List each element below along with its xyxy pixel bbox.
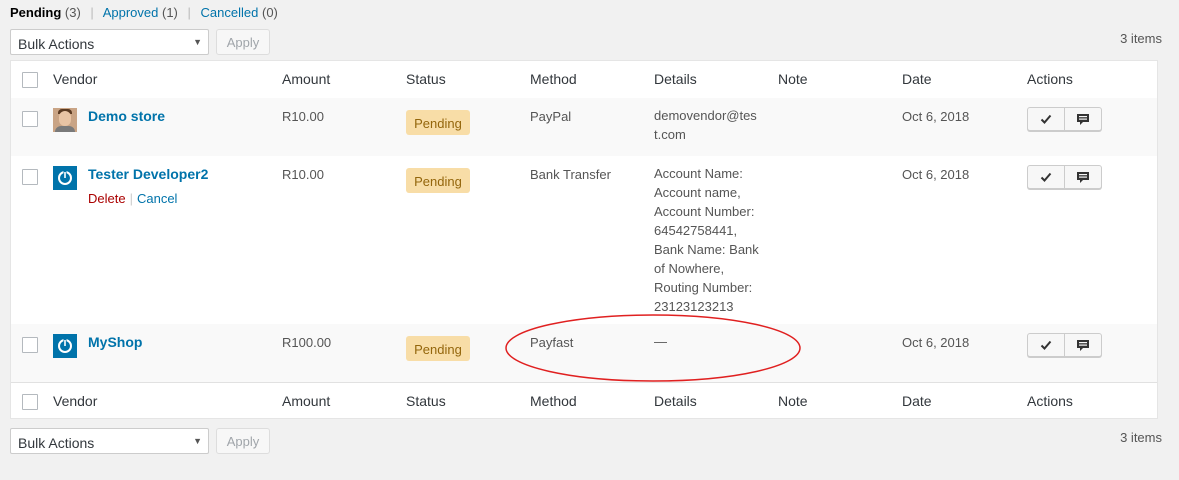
- status-badge: Pending: [406, 336, 470, 361]
- column-footer-note: Note: [778, 393, 808, 409]
- column-footer-status[interactable]: Status: [406, 393, 446, 409]
- status-filter-links: Pending (3) | Approved (1) | Cancelled (…: [10, 5, 278, 20]
- column-header-status[interactable]: Status: [406, 71, 446, 87]
- filter-cancelled-count: (0): [261, 5, 278, 20]
- vendor-avatar: [53, 166, 77, 190]
- column-footer-method[interactable]: Method: [530, 393, 577, 409]
- date-cell: Oct 6, 2018: [902, 109, 970, 124]
- filter-approved-count: (1): [162, 5, 178, 20]
- column-footer-actions: Actions: [1027, 393, 1073, 409]
- checkmark-icon: [1040, 340, 1052, 350]
- amount-cell: R100.00: [282, 335, 332, 350]
- status-badge: Pending: [406, 168, 470, 193]
- column-header-vendor[interactable]: Vendor: [53, 71, 97, 87]
- row-actions-group: [1027, 107, 1103, 131]
- date-cell: Oct 6, 2018: [902, 167, 970, 182]
- bulk-actions-select[interactable]: Bulk Actions ▼: [10, 428, 209, 454]
- action-separator: |: [129, 191, 133, 206]
- comment-icon: [1077, 340, 1089, 351]
- details-cell: demovendor@test.com: [654, 108, 757, 142]
- items-count: 3 items: [1120, 430, 1162, 445]
- select-all-checkbox[interactable]: [22, 72, 38, 88]
- status-badge: Pending: [406, 110, 470, 135]
- dropdown-caret-icon: ▼: [193, 436, 202, 446]
- tablenav-top: Bulk Actions ▼ Apply 3 items: [10, 29, 1162, 57]
- add-note-button[interactable]: [1064, 107, 1102, 131]
- comment-icon: [1077, 114, 1089, 125]
- filter-separator: |: [187, 5, 191, 20]
- apply-button[interactable]: Apply: [216, 29, 270, 55]
- approve-button[interactable]: [1027, 333, 1065, 357]
- bulk-actions-label: Bulk Actions: [18, 435, 95, 451]
- power-logo-icon: [58, 171, 72, 185]
- column-footer-details: Details: [654, 393, 697, 409]
- column-header-method[interactable]: Method: [530, 71, 577, 87]
- tablenav-bottom: Bulk Actions ▼ Apply 3 items: [10, 428, 1162, 456]
- cancel-link[interactable]: Cancel: [137, 191, 177, 206]
- row-actions-group: [1027, 165, 1103, 189]
- table-footer-row: Vendor Amount Status Method Details Note…: [11, 382, 1157, 420]
- row-actions-group: [1027, 333, 1103, 357]
- approve-button[interactable]: [1027, 107, 1065, 131]
- vendor-avatar: [53, 108, 77, 132]
- row-actions-links: Delete | Cancel: [88, 191, 177, 206]
- vendor-name-link[interactable]: Demo store: [88, 108, 165, 124]
- filter-separator: |: [90, 5, 94, 20]
- bulk-actions-select[interactable]: Bulk Actions ▼: [10, 29, 209, 55]
- checkmark-icon: [1040, 114, 1052, 124]
- annotation-ellipse: [505, 314, 801, 382]
- select-all-checkbox[interactable]: [22, 394, 38, 410]
- date-cell: Oct 6, 2018: [902, 335, 970, 350]
- column-header-details: Details: [654, 71, 697, 87]
- row-checkbox[interactable]: [22, 337, 38, 353]
- apply-button[interactable]: Apply: [216, 428, 270, 454]
- column-header-note: Note: [778, 71, 808, 87]
- filter-pending[interactable]: Pending: [10, 5, 61, 20]
- column-header-date[interactable]: Date: [902, 71, 932, 87]
- column-footer-date[interactable]: Date: [902, 393, 932, 409]
- column-footer-vendor[interactable]: Vendor: [53, 393, 97, 409]
- filter-approved[interactable]: Approved: [103, 5, 159, 20]
- checkmark-icon: [1040, 172, 1052, 182]
- add-note-button[interactable]: [1064, 333, 1102, 357]
- bulk-actions-label: Bulk Actions: [18, 36, 95, 52]
- delete-link[interactable]: Delete: [88, 191, 126, 206]
- amount-cell: R10.00: [282, 109, 324, 124]
- add-note-button[interactable]: [1064, 165, 1102, 189]
- details-cell: Account Name: Account name, Account Numb…: [654, 166, 759, 314]
- comment-icon: [1077, 172, 1089, 183]
- table-row: Demo store R10.00 Pending PayPal demoven…: [11, 98, 1157, 156]
- table-header-row: Vendor Amount Status Method Details Note…: [11, 61, 1157, 99]
- filter-cancelled[interactable]: Cancelled: [201, 5, 259, 20]
- row-checkbox[interactable]: [22, 111, 38, 127]
- filter-pending-count: (3): [64, 5, 81, 20]
- items-count: 3 items: [1120, 31, 1162, 46]
- table-row: Tester Developer2 Delete | Cancel R10.00 P…: [11, 156, 1157, 324]
- column-footer-amount[interactable]: Amount: [282, 393, 330, 409]
- dropdown-caret-icon: ▼: [193, 37, 202, 47]
- power-logo-icon: [58, 339, 72, 353]
- vendor-name-link[interactable]: MyShop: [88, 334, 142, 350]
- method-cell: Bank Transfer: [530, 167, 611, 182]
- approve-button[interactable]: [1027, 165, 1065, 189]
- vendor-name-link[interactable]: Tester Developer2: [88, 166, 208, 182]
- amount-cell: R10.00: [282, 167, 324, 182]
- vendor-avatar: [53, 334, 77, 358]
- column-header-amount[interactable]: Amount: [282, 71, 330, 87]
- column-header-actions: Actions: [1027, 71, 1073, 87]
- row-checkbox[interactable]: [22, 169, 38, 185]
- method-cell: PayPal: [530, 109, 572, 124]
